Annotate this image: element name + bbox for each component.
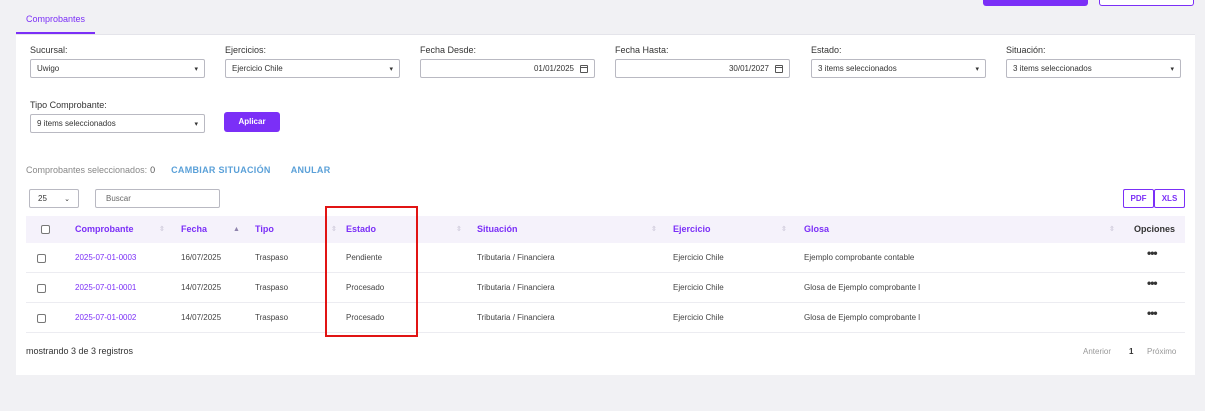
table-header: Comprobante ⇳ Fecha ▲ Tipo ⇳ Estado ⇳ Si… (26, 216, 1185, 243)
header-ejercicio[interactable]: Ejercicio (673, 216, 711, 243)
situacion-cell: Tributaria / Financiera (477, 253, 555, 262)
sort-asc-icon[interactable]: ▲ (233, 216, 240, 243)
tab-comprobantes[interactable]: Comprobantes (16, 9, 95, 34)
pdf-export-button[interactable]: PDF (1123, 189, 1154, 208)
header-fecha[interactable]: Fecha (181, 216, 207, 243)
filter-estado-label: Estado: (811, 45, 842, 55)
ejercicio-cell: Ejercicio Chile (673, 313, 724, 322)
tipo-comprobante-value: 9 items seleccionados (37, 119, 116, 128)
filter-tipo-comprobante: Tipo Comprobante: 9 items seleccionados … (30, 100, 205, 133)
filter-sucursal-label: Sucursal: (30, 45, 68, 55)
sort-icon[interactable]: ⇳ (651, 216, 657, 243)
sucursal-value: Uwigo (37, 64, 60, 73)
glosa-cell: Glosa de Ejemplo comprobante l (804, 283, 921, 292)
selection-count: 0 (150, 165, 156, 175)
fecha-desde-value: 01/01/2025 (533, 64, 574, 73)
estado-column-highlight (325, 206, 418, 337)
tipo-cell: Traspaso (255, 283, 289, 292)
fecha-cell: 14/07/2025 (181, 313, 222, 322)
xls-export-button[interactable]: XLS (1154, 189, 1185, 208)
filter-situacion-label: Situación: (1006, 45, 1046, 55)
tab-bar: Comprobantes (16, 9, 1195, 34)
tipo-cell: Traspaso (255, 313, 289, 322)
caret-down-icon: ▾ (1170, 65, 1174, 73)
calendar-icon[interactable] (775, 64, 783, 73)
caret-down-icon: ▾ (194, 65, 198, 73)
comprobante-link[interactable]: 2025-07-01-0002 (75, 303, 136, 333)
ejercicios-select[interactable]: Ejercicio Chile ▾ (225, 59, 400, 78)
chevron-down-icon: ⌄ (64, 195, 70, 203)
header-comprobante[interactable]: Comprobante (75, 216, 134, 243)
calendar-icon[interactable] (580, 64, 588, 73)
page-size-select[interactable]: 25 ⌄ (29, 189, 79, 208)
caret-down-icon: ▾ (389, 65, 393, 73)
header-situacion[interactable]: Situación (477, 216, 518, 243)
comprobante-link[interactable]: 2025-07-01-0003 (75, 243, 136, 273)
fecha-cell: 16/07/2025 (181, 253, 222, 262)
more-horizontal-icon[interactable]: ••• (1147, 273, 1158, 297)
glosa-cell: Ejemplo comprobante contable (804, 253, 915, 262)
change-status-link[interactable]: CAMBIAR SITUACIÓN (171, 165, 271, 175)
caret-down-icon: ▾ (975, 65, 979, 73)
apply-button[interactable]: Aplicar (224, 112, 280, 132)
ejercicio-cell: Ejercicio Chile (673, 253, 724, 262)
top-secondary-button[interactable] (1099, 0, 1194, 6)
search-input[interactable]: Buscar (95, 189, 220, 208)
pagination-next[interactable]: Próximo (1147, 347, 1176, 356)
filter-ejercicios: Ejercicios: Ejercicio Chile ▾ (225, 45, 400, 78)
records-summary: mostrando 3 de 3 registros (26, 346, 134, 356)
filter-tipo-comprobante-label: Tipo Comprobante: (30, 100, 107, 110)
comprobante-link[interactable]: 2025-07-01-0001 (75, 273, 136, 303)
pagination-current-page[interactable]: 1 (1129, 347, 1133, 356)
selection-bar: Comprobantes seleccionados: 0 CAMBIAR SI… (26, 165, 331, 175)
situacion-select[interactable]: 3 items seleccionados ▾ (1006, 59, 1181, 78)
glosa-cell: Glosa de Ejemplo comprobante l (804, 313, 921, 322)
header-glosa[interactable]: Glosa (804, 216, 829, 243)
more-horizontal-icon[interactable]: ••• (1147, 243, 1158, 267)
row-checkbox[interactable] (37, 254, 46, 263)
row-checkbox[interactable] (37, 314, 46, 323)
situacion-cell: Tributaria / Financiera (477, 283, 555, 292)
pagination-prev[interactable]: Anterior (1083, 347, 1111, 356)
fecha-desde-input[interactable]: 01/01/2025 (420, 59, 595, 78)
more-horizontal-icon[interactable]: ••• (1147, 303, 1158, 327)
situacion-value: 3 items seleccionados (1013, 64, 1092, 73)
filter-situacion: Situación: 3 items seleccionados ▾ (1006, 45, 1181, 78)
filter-sucursal: Sucursal: Uwigo ▾ (30, 45, 205, 78)
table-row: 2025-07-01-0001 14/07/2025 Traspaso Proc… (26, 273, 1185, 303)
fecha-hasta-value: 30/01/2027 (728, 64, 769, 73)
filter-fecha-desde-label: Fecha Desde: (420, 45, 477, 55)
void-link[interactable]: ANULAR (291, 165, 331, 175)
ejercicio-cell: Ejercicio Chile (673, 283, 724, 292)
header-tipo[interactable]: Tipo (255, 216, 274, 243)
header-opciones: Opciones (1134, 224, 1176, 234)
selection-label: Comprobantes seleccionados: (26, 165, 148, 175)
sucursal-select[interactable]: Uwigo ▾ (30, 59, 205, 78)
main-panel: Sucursal: Uwigo ▾ Ejercicios: Ejercicio … (16, 34, 1195, 375)
tipo-cell: Traspaso (255, 253, 289, 262)
table-row: 2025-07-01-0002 14/07/2025 Traspaso Proc… (26, 303, 1185, 333)
fecha-hasta-input[interactable]: 30/01/2027 (615, 59, 790, 78)
filter-estado: Estado: 3 items seleccionados ▾ (811, 45, 986, 78)
situacion-cell: Tributaria / Financiera (477, 313, 555, 322)
table-row: 2025-07-01-0003 16/07/2025 Traspaso Pend… (26, 243, 1185, 273)
sort-icon[interactable]: ⇳ (456, 216, 462, 243)
filter-fecha-hasta: Fecha Hasta: 30/01/2027 (615, 45, 790, 78)
ejercicios-value: Ejercicio Chile (232, 64, 283, 73)
tipo-comprobante-select[interactable]: 9 items seleccionados ▾ (30, 114, 205, 133)
filter-fecha-hasta-label: Fecha Hasta: (615, 45, 669, 55)
select-all-checkbox[interactable] (41, 225, 50, 234)
sort-icon[interactable]: ⇳ (781, 216, 787, 243)
caret-down-icon: ▾ (194, 120, 198, 128)
sort-icon[interactable]: ⇳ (1109, 216, 1115, 243)
estado-value: 3 items seleccionados (818, 64, 897, 73)
page-size-value: 25 (38, 194, 47, 203)
top-primary-button[interactable] (983, 0, 1088, 6)
fecha-cell: 14/07/2025 (181, 283, 222, 292)
sort-icon[interactable]: ⇳ (159, 216, 165, 243)
row-checkbox[interactable] (37, 284, 46, 293)
filter-ejercicios-label: Ejercicios: (225, 45, 267, 55)
filter-fecha-desde: Fecha Desde: 01/01/2025 (420, 45, 595, 78)
estado-select[interactable]: 3 items seleccionados ▾ (811, 59, 986, 78)
